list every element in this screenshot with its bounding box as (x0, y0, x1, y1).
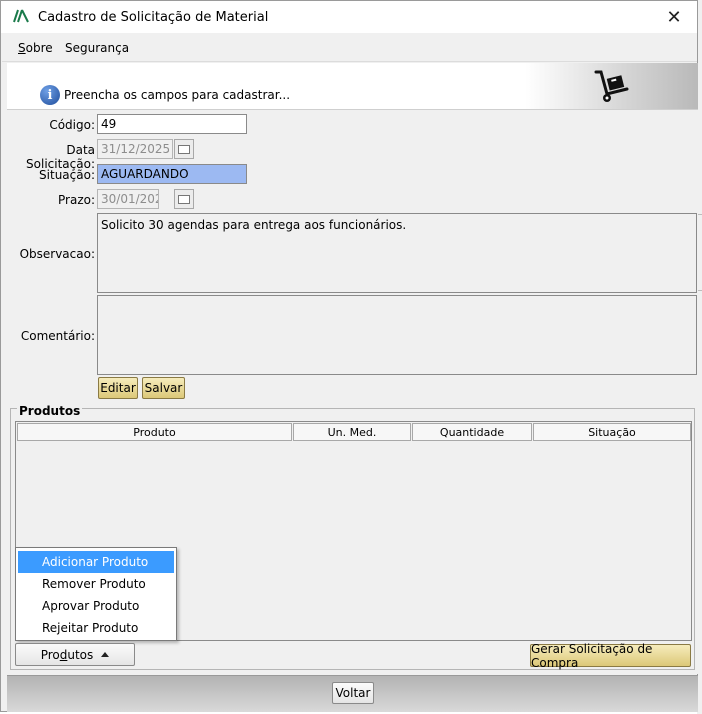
window-title: Cadastro de Solicitação de Material (38, 10, 269, 25)
prazo-field[interactable]: 30/01/2026 (97, 189, 159, 209)
produtos-popup-menu: Adicionar Produto Remover Produto Aprova… (15, 547, 177, 641)
produtos-menu-button[interactable]: Produtos (15, 643, 135, 666)
codigo-label: Código: (49, 118, 95, 132)
column-header-situacao[interactable]: Situação (533, 423, 691, 441)
header-banner: i Preencha os campos para cadastrar... (7, 63, 698, 110)
menu-seguranca[interactable]: Segurança (65, 41, 129, 55)
data-solicitacao-label: Data Solicitação: (26, 143, 95, 171)
data-solicitacao-calendar-button[interactable] (174, 139, 194, 159)
produtos-mnemonic: d (59, 647, 68, 662)
produtos-menu-button-label: Produtos (40, 647, 94, 662)
footer-bar: Voltar (7, 675, 698, 712)
menu-sobre-mnemonic: S (18, 41, 26, 55)
close-button[interactable]: ✕ (651, 1, 697, 33)
menu-item-aprovar-produto[interactable]: Aprovar Produto (18, 595, 174, 617)
gerar-solicitacao-compra-button[interactable]: Gerar Solicitação de Compra (530, 641, 691, 670)
observacao-label: Observacao: (19, 247, 95, 261)
prazo-calendar-button[interactable] (174, 189, 194, 209)
menu-bar: Sobre Segurança (2, 33, 697, 62)
info-icon: i (40, 85, 60, 105)
app-logo-icon (13, 9, 29, 23)
salvar-button[interactable]: Salvar (142, 377, 185, 399)
codigo-field[interactable]: 49 (97, 114, 247, 134)
observacao-textarea[interactable]: Solicito 30 agendas para entrega aos fun… (97, 213, 697, 293)
produtos-group-title: Produtos (17, 404, 83, 418)
menu-item-rejeitar-produto[interactable]: Rejeitar Produto (18, 617, 174, 639)
column-header-produto[interactable]: Produto (17, 423, 292, 441)
column-header-un-med[interactable]: Un. Med. (293, 423, 411, 441)
banner-message: Preencha os campos para cadastrar... (64, 88, 291, 102)
column-header-quantidade[interactable]: Quantidade (412, 423, 532, 441)
situacao-field[interactable]: AGUARDANDO (97, 164, 247, 184)
voltar-button[interactable]: Voltar (332, 682, 374, 704)
gerar-solicitacao-compra-label: Gerar Solicitação de Compra (531, 641, 653, 670)
hand-truck-icon (594, 70, 629, 102)
title-bar: Cadastro de Solicitação de Material ✕ (1, 1, 697, 33)
comentario-textarea[interactable] (97, 295, 697, 375)
close-icon: ✕ (666, 6, 682, 28)
editar-button[interactable]: Editar (98, 377, 138, 399)
menu-sobre-rest: obre (25, 41, 53, 55)
situacao-label: Situação: (39, 168, 95, 182)
caret-up-icon (101, 652, 110, 657)
calendar-icon (178, 194, 190, 204)
data-solicitacao-field[interactable]: 31/12/2025 (97, 139, 173, 159)
menu-item-adicionar-produto[interactable]: Adicionar Produto (18, 551, 174, 573)
menu-item-remover-produto[interactable]: Remover Produto (18, 573, 174, 595)
menu-sobre[interactable]: Sobre (18, 41, 53, 55)
dialog-window: Cadastro de Solicitação de Material ✕ So… (0, 0, 698, 712)
prazo-label: Prazo: (58, 193, 95, 207)
main-panel: i Preencha os campos para cadastrar... C… (7, 63, 698, 674)
comentario-label: Comentário: (20, 329, 95, 343)
calendar-icon (178, 144, 190, 154)
